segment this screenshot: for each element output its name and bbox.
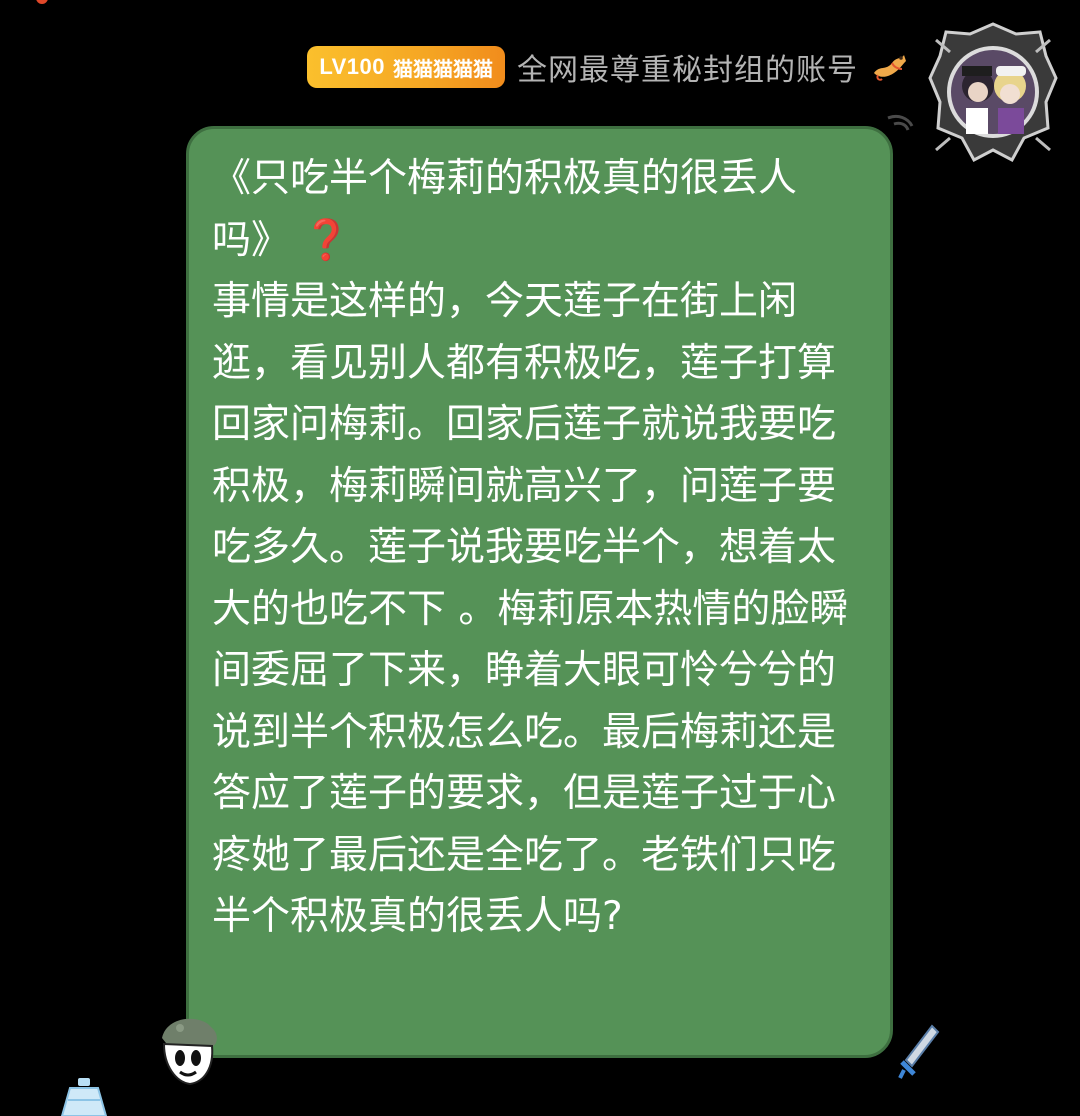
sender-name[interactable]: 全网最尊重秘封组的账号: [517, 45, 858, 89]
message-title: 《只吃半个梅莉的积极真的很丢人吗》: [212, 156, 798, 263]
curl-decoration-icon: [887, 114, 914, 131]
message-body: 事情是这样的，今天莲子在街上闲逛，看见别人都有积极吃，莲子打算回家问梅莉。回家后…: [212, 279, 849, 939]
water-bottle-icon: [60, 1078, 108, 1116]
ghost-sticker-icon: [162, 1018, 217, 1086]
level-text: LV100: [319, 54, 385, 79]
level-badge[interactable]: LV100 猫猫猫猫猫: [307, 46, 505, 88]
avatar-frame-icon[interactable]: [928, 20, 1058, 170]
question-mark-icon: ❓: [302, 217, 351, 263]
dragon-icon: [874, 55, 906, 81]
message-text: 《只吃半个梅莉的积极真的很丢人吗》 ❓ 事情是这样的，今天莲子在街上闲逛，看见别…: [212, 148, 872, 948]
sender-row: LV100 猫猫猫猫猫 全网最尊重秘封组的账号: [307, 44, 910, 90]
sword-sticker-icon: [898, 1024, 940, 1079]
notification-dot: [36, 0, 48, 4]
badge-title: 猫猫猫猫猫: [393, 56, 493, 81]
